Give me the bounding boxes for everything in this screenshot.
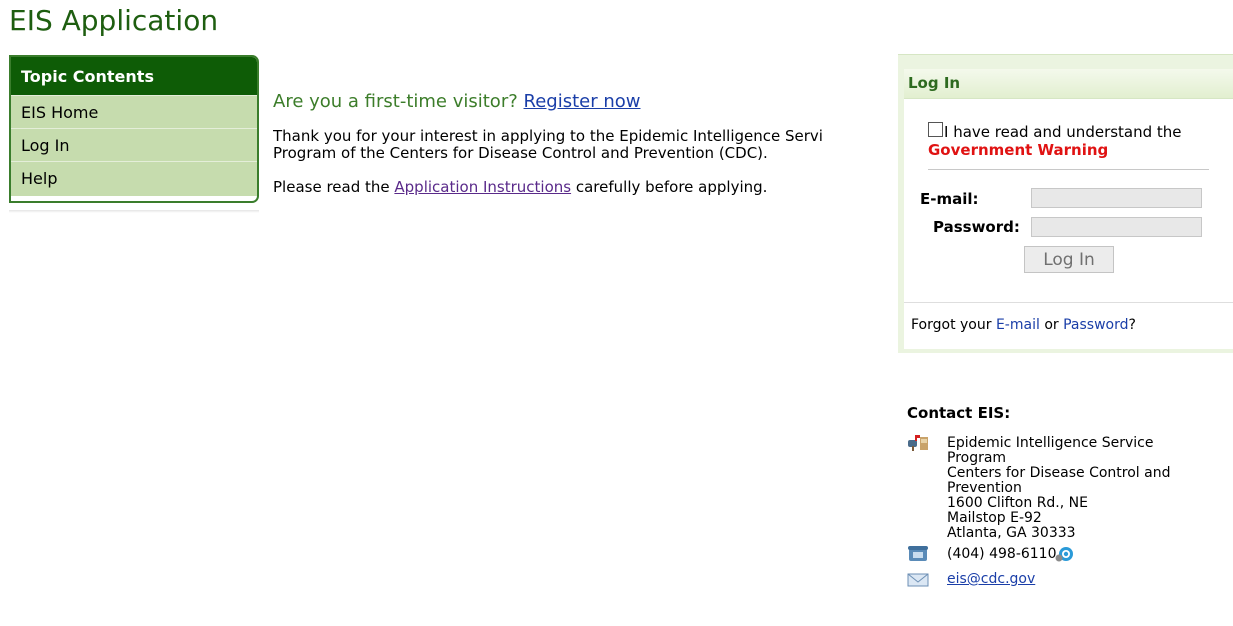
password-label: Password: [933, 218, 1020, 236]
first-time-visitor-headline: Are you a first-time visitor? Register n… [273, 90, 898, 114]
forgot-or: or [1044, 317, 1059, 333]
email-field[interactable] [1031, 188, 1202, 208]
address-line: Centers for Disease Control and [947, 465, 1171, 481]
instructions-suffix: carefully before applying. [575, 178, 768, 196]
sidebar-item-eis-home[interactable]: EIS Home [11, 95, 257, 128]
intro-line-2: Program of the Centers for Disease Contr… [273, 144, 768, 162]
sidebar-item-log-in[interactable]: Log In [11, 128, 257, 161]
sidebar-item-help[interactable]: Help [11, 161, 257, 196]
government-warning-link[interactable]: Government Warning [928, 141, 1108, 159]
intro-paragraph: Thank you for your interest in applying … [273, 128, 898, 162]
forgot-suffix: ? [1128, 317, 1136, 333]
forgot-email-link[interactable]: E-mail [996, 317, 1040, 333]
forgot-password-link[interactable]: Password [1063, 317, 1128, 333]
instructions-prefix: Please read the [273, 178, 390, 196]
warning-acknowledge-text: I have read and understand the [944, 123, 1182, 141]
contact-email-link[interactable]: eis@cdc.gov [947, 571, 1035, 587]
login-divider [928, 169, 1209, 170]
contact-eis: Contact EIS: Epidemic Intelligence Servi… [907, 404, 1227, 588]
login-panel: Log In I have read and understand the Go… [898, 54, 1233, 353]
intro-line-1: Thank you for your interest in applying … [273, 127, 823, 145]
forgot-credentials: Forgot your E-mail or Password? [904, 302, 1233, 349]
password-field[interactable] [1031, 217, 1202, 237]
skype-icon[interactable] [1054, 545, 1076, 563]
login-panel-inner: Log In I have read and understand the Go… [904, 69, 1233, 349]
application-instructions-link[interactable]: Application Instructions [394, 178, 571, 196]
contact-address: Epidemic Intelligence Service Program Ce… [907, 435, 1227, 541]
address-line: Mailstop E-92 [947, 510, 1042, 526]
contact-title: Contact EIS: [907, 404, 1011, 422]
address-line: Prevention [947, 480, 1022, 496]
envelope-icon [907, 573, 929, 587]
sidebar-divider [9, 210, 259, 213]
address-line: Program [947, 450, 1007, 466]
contact-phone: (404) 498-6110 [907, 545, 1227, 563]
main-content: Are you a first-time visitor? Register n… [273, 90, 898, 230]
login-header: Log In [904, 69, 1233, 99]
address-line: Epidemic Intelligence Service [947, 435, 1154, 451]
sidebar-header: Topic Contents [11, 57, 257, 95]
email-label: E-mail: [920, 190, 979, 208]
phone-icon [908, 546, 928, 561]
address-line: Atlanta, GA 30333 [947, 525, 1076, 541]
instructions-paragraph: Please read the Application Instructions… [273, 179, 898, 196]
headline-text: Are you a first-time visitor? [273, 91, 518, 112]
topic-contents-sidebar: Topic Contents EIS Home Log In Help [9, 55, 259, 203]
register-now-link[interactable]: Register now [524, 91, 641, 112]
contact-email: eis@cdc.gov [907, 571, 1227, 588]
mailbox-icon [908, 435, 928, 451]
address-line: 1600 Clifton Rd., NE [947, 495, 1088, 511]
forgot-prefix: Forgot your [911, 317, 992, 333]
page-title: EIS Application [9, 4, 219, 37]
log-in-button[interactable]: Log In [1024, 246, 1114, 273]
phone-number: (404) 498-6110 [947, 546, 1057, 562]
government-warning-checkbox[interactable] [928, 122, 943, 137]
